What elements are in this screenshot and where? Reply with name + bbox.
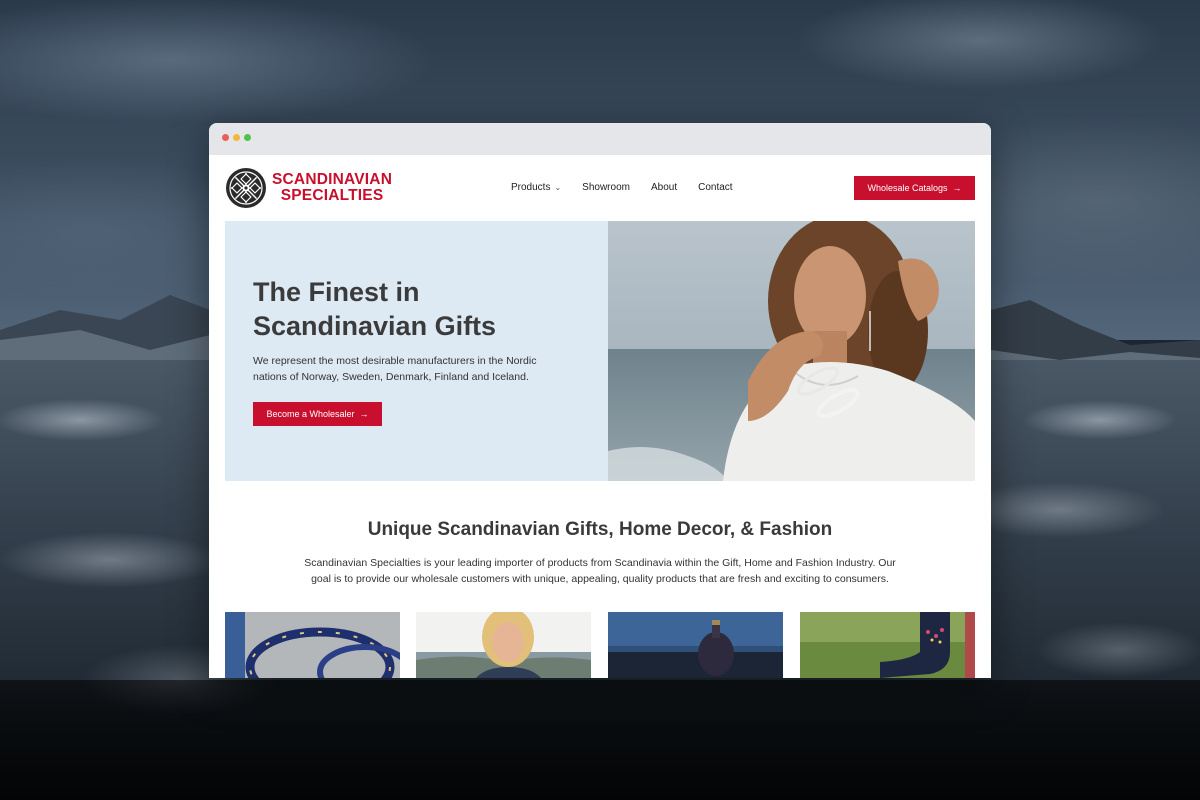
hero-title: The Finest in Scandinavian Gifts [253, 277, 497, 341]
nav-item-about[interactable]: About [651, 182, 677, 193]
embroidered-socks-image [800, 612, 975, 678]
nav-item-contact-label: Contact [698, 182, 733, 193]
brand-name-line2: SPECIALTIES [280, 187, 384, 204]
nav-item-products[interactable]: Products ⌄ [511, 182, 561, 193]
hero-description: We represent the most desirable manufact… [253, 355, 537, 383]
woman-portrait-image [416, 612, 591, 678]
nav-item-showroom-label: Showroom [582, 182, 630, 193]
tile-fashion-model[interactable] [416, 612, 591, 678]
hero-image [608, 221, 975, 481]
browser-window: SCANDINAVIAN SPECIALTIES Products ⌄ Show… [209, 123, 991, 678]
minimize-window-dot[interactable] [233, 134, 240, 141]
tile-socks[interactable] [800, 612, 975, 678]
main-nav: Products ⌄ Showroom About Contact [511, 182, 754, 193]
site-header: SCANDINAVIAN SPECIALTIES Products ⌄ Show… [209, 155, 991, 221]
dark-foreground [0, 680, 1200, 800]
become-wholesaler-label: Become a Wholesaler [266, 409, 355, 419]
home-decor-vase-image [608, 612, 783, 678]
arrow-right-icon: → [952, 183, 962, 193]
intro-description: Scandinavian Specialties is your leading… [304, 557, 896, 585]
nav-item-showroom[interactable]: Showroom [582, 182, 630, 193]
chevron-down-icon: ⌄ [554, 183, 562, 192]
tile-bracelets[interactable] [225, 612, 400, 678]
wholesale-catalogs-button[interactable]: Wholesale Catalogs → [854, 176, 975, 200]
nav-item-products-label: Products [511, 182, 551, 193]
bracelets-image [225, 612, 400, 678]
maximize-window-dot[interactable] [244, 134, 251, 141]
browser-titlebar [209, 123, 991, 155]
nav-item-contact[interactable]: Contact [698, 182, 732, 193]
hero-photo-woman-jewelry [608, 221, 975, 481]
brand-name-line1: SCANDINAVIAN [272, 171, 393, 188]
rosette-logo-icon [226, 168, 266, 208]
tile-home-decor[interactable] [608, 612, 783, 678]
brand-logo[interactable]: SCANDINAVIAN SPECIALTIES [225, 167, 392, 209]
close-window-dot[interactable] [222, 134, 229, 141]
brand-wordmark: SCANDINAVIAN SPECIALTIES [272, 172, 392, 204]
nav-item-about-label: About [650, 182, 678, 193]
product-tiles [225, 612, 975, 678]
intro-heading: Unique Scandinavian Gifts, Home Decor, &… [367, 519, 833, 540]
website: SCANDINAVIAN SPECIALTIES Products ⌄ Show… [209, 155, 991, 678]
hero-section: The Finest in Scandinavian Gifts We repr… [225, 221, 975, 481]
become-wholesaler-button[interactable]: Become a Wholesaler → [253, 402, 382, 426]
hero-content: The Finest in Scandinavian Gifts We repr… [225, 221, 608, 481]
wholesale-catalogs-label: Wholesale Catalogs [867, 183, 948, 193]
arrow-right-icon: → [359, 409, 369, 419]
